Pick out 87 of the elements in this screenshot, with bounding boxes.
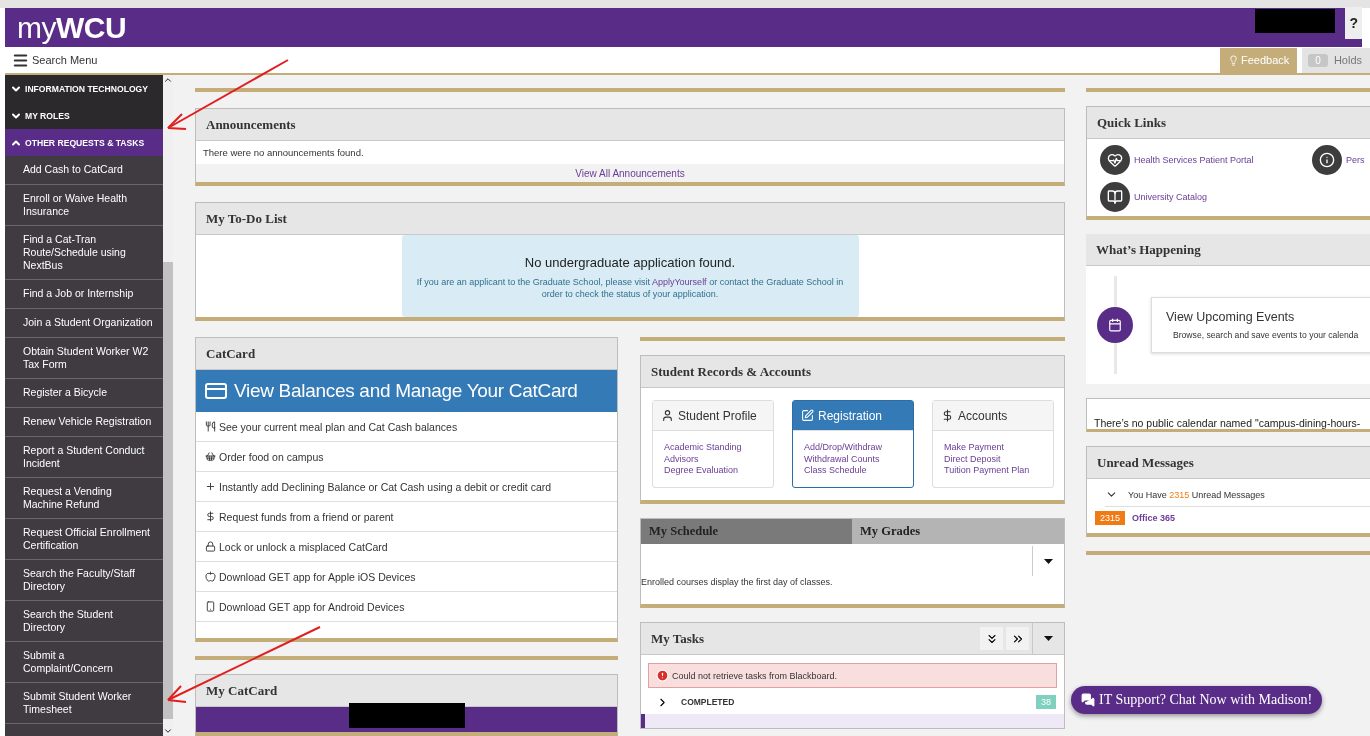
tab[interactable]: My Grades	[852, 519, 1064, 545]
quick-link[interactable]: University Catalog	[1100, 182, 1312, 212]
apple-icon	[205, 571, 216, 582]
dollar-icon	[941, 409, 954, 422]
heart-pulse-icon	[1100, 145, 1130, 175]
unread-summary[interactable]: You Have 2315 Unread Messages	[1105, 479, 1370, 507]
book-icon	[1100, 182, 1130, 212]
catcard-link[interactable]: Download GET app for Android Devices	[196, 592, 617, 622]
catcard-link[interactable]: Download GET app for Apple iOS Devices	[196, 562, 617, 592]
search-menu-button[interactable]: Search Menu	[5, 51, 98, 69]
panel-title: CatCard	[196, 338, 617, 370]
panel-title: My To-Do List	[196, 203, 1064, 235]
count-badge: 2315	[1095, 511, 1126, 525]
pencil-icon	[801, 409, 814, 422]
tile-title: Registration	[793, 401, 913, 431]
person-icon	[661, 409, 674, 422]
logo: myWCU	[17, 10, 127, 45]
panel-title: My CatCard	[196, 675, 617, 707]
tile-link[interactable]: Class Schedule	[804, 465, 902, 478]
scroll-down-icon	[163, 726, 173, 736]
help-button[interactable]: ?	[1345, 6, 1362, 39]
collapse-button[interactable]	[980, 627, 1003, 651]
panel-title: Quick Links	[1087, 107, 1370, 139]
alert-text: If you are an applicant to the Graduate School, please visit ApplyYourself or contact the Graduate School in order to check the status of your application.	[415, 276, 845, 300]
tile-link[interactable]: Make Payment	[944, 442, 1042, 454]
view-all-link[interactable]: View All Announcements	[196, 164, 1064, 182]
alert-icon	[656, 669, 669, 683]
quick-link[interactable]: Health Services Patient Portal	[1100, 145, 1312, 175]
sidebar-section[interactable]: MY ROLES	[5, 102, 163, 129]
records-tile[interactable]: Student Profile Academic Standing Advisors Degree Evaluation	[652, 400, 774, 489]
tile-link[interactable]: Tuition Payment Plan	[944, 465, 1042, 478]
error-alert: Could not retrieve tasks from Blackboard.	[648, 663, 1057, 689]
panel-title: Unread Messages	[1087, 447, 1370, 479]
tile-link[interactable]: Add/Drop/Withdraw	[804, 442, 902, 454]
tile-link[interactable]: Advisors	[664, 453, 762, 466]
lock-icon	[205, 541, 216, 552]
count-badge: 38	[1036, 695, 1056, 710]
scrollbar[interactable]	[163, 75, 173, 736]
event-title: View Upcoming Events	[1166, 310, 1296, 324]
tile-title: Accounts	[933, 401, 1053, 431]
utensils-icon	[205, 421, 216, 432]
alert-heading: No undergraduate application found.	[523, 255, 737, 270]
panel-title: What’s Happening	[1086, 234, 1370, 266]
calendar-notice: There’s no public calendar named "campus-dining-hours-	[1086, 398, 1370, 432]
chat-button[interactable]: IT Support? Chat Now with Madison!	[1071, 686, 1323, 714]
catcard-link[interactable]: Lock or unlock a misplaced CatCard	[196, 532, 617, 562]
caret-icon	[1044, 636, 1053, 642]
group-label: COMPLETED	[681, 697, 736, 708]
menu-icon	[12, 51, 29, 69]
tile-link[interactable]: Withdrawal Counts	[804, 453, 902, 466]
event-card[interactable]: View Upcoming Events Browse, search and save events to your calenda	[1151, 297, 1370, 353]
panel-title: My Tasks	[651, 630, 706, 647]
phone-icon	[205, 601, 216, 612]
plus-icon	[205, 481, 216, 492]
tile-link[interactable]: Academic Standing	[664, 442, 762, 454]
panel-title: Announcements	[196, 109, 1064, 141]
sidebar-section[interactable]: OTHER REQUESTS & TASKS	[5, 129, 163, 156]
catcard-link[interactable]: Request funds from a friend or parent	[196, 502, 617, 532]
records-tile[interactable]: Accounts Make Payment Direct Deposit Tuition Payment Plan	[932, 400, 1054, 489]
sidebar-section[interactable]: INFORMATION TECHNOLOGY	[5, 75, 163, 102]
tile-link[interactable]: Direct Deposit	[944, 453, 1042, 466]
summary-text: You Have 2315 Unread Messages	[1128, 489, 1265, 500]
quick-link[interactable]: Pers	[1312, 145, 1370, 175]
expand-button[interactable]	[1006, 627, 1029, 651]
announcement-message: There were no announcements found.	[202, 146, 365, 160]
info-icon	[1312, 145, 1342, 175]
tab[interactable]: My Schedule	[641, 519, 852, 545]
catcard-link[interactable]: Order food on campus	[196, 442, 617, 472]
event-text: Browse, search and save events to your calenda	[1172, 330, 1360, 340]
source-link[interactable]: Office 365	[1132, 513, 1176, 523]
catcard-link[interactable]: See your current meal plan and Cat Cash balances	[196, 412, 617, 442]
calendar-icon	[1097, 307, 1133, 343]
lightbulb-icon	[1228, 54, 1239, 66]
chat-icon	[1081, 693, 1095, 707]
schedule-message: Enrolled courses display the first day of classes.	[641, 577, 833, 588]
scrollbar-thumb[interactable]	[163, 262, 173, 719]
dollar-icon	[205, 511, 216, 522]
task-group-row[interactable]: COMPLETED 38	[641, 692, 1064, 713]
tile-title: Student Profile	[653, 401, 773, 431]
caret-icon	[1044, 558, 1053, 564]
scroll-up-icon	[163, 75, 173, 85]
records-tile[interactable]: Registration Add/Drop/Withdraw Withdrawal Counts Class Schedule	[792, 400, 914, 489]
catcard-banner-link[interactable]: View Balances and Manage Your CatCard	[196, 370, 617, 412]
basket-icon	[205, 451, 216, 462]
tile-link[interactable]: Degree Evaluation	[664, 465, 762, 478]
panel-title: Student Records & Accounts	[641, 356, 1064, 388]
catcard-link[interactable]: Instantly add Declining Balance or Cat Cash using a debit or credit card	[196, 472, 617, 502]
